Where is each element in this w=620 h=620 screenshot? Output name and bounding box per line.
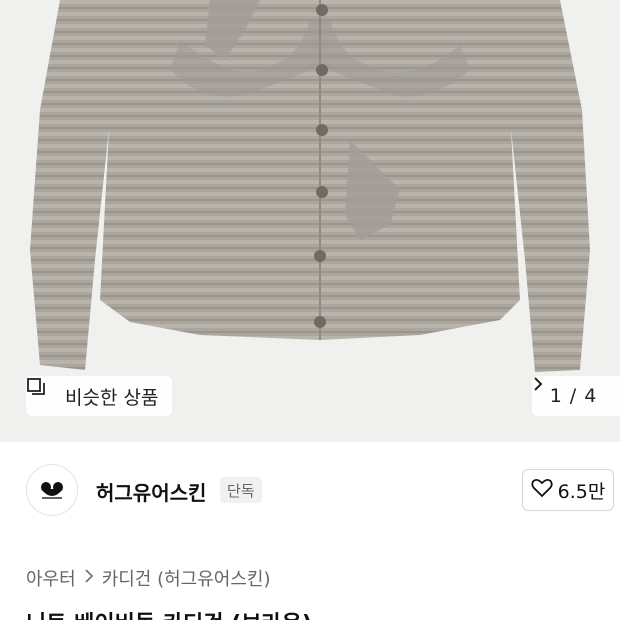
brand-row: 허그유어스킨 단독 6.5만 (0, 455, 620, 525)
current-page: 1 (549, 385, 562, 407)
brand-name[interactable]: 허그유어스킨 (96, 477, 206, 506)
similar-products-button[interactable]: 비슷한 상품 (26, 376, 173, 416)
total-pages: 4 (584, 385, 597, 407)
similar-products-icon (27, 378, 58, 406)
heart-icon (530, 478, 553, 503)
like-count: 6.5만 (557, 480, 606, 503)
gallery-pager[interactable]: 1 / 4 (532, 376, 620, 416)
page-separator: / (569, 385, 577, 407)
brand-logo-icon (41, 482, 63, 499)
similar-products-label: 비슷한 상품 (65, 386, 159, 409)
brand-logo[interactable] (26, 464, 78, 516)
like-button[interactable]: 6.5만 (522, 469, 614, 511)
product-image-gallery[interactable]: 비슷한 상품 1 / 4 (0, 0, 620, 442)
breadcrumb-item-category[interactable]: 아우터 (26, 565, 76, 591)
chevron-right-icon (84, 568, 94, 588)
product-title: 니트 베이비돌 카디건 (브라운) (26, 606, 312, 620)
exclusive-badge: 단독 (220, 477, 262, 503)
breadcrumb: 아우터 카디건 (허그유어스킨) (26, 565, 271, 591)
breadcrumb-item-subcategory[interactable]: 카디건 (허그유어스킨) (102, 565, 271, 591)
